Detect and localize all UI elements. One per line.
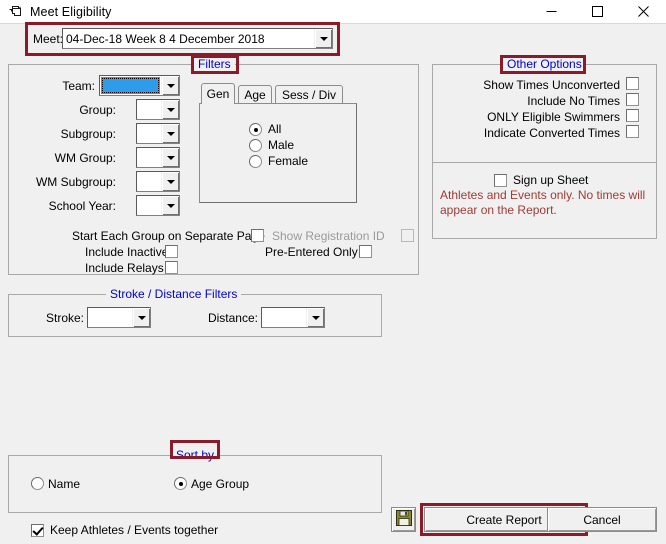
- check-only-eligible-swimmers-label: ONLY Eligible Swimmers: [487, 110, 620, 124]
- chevron-down-icon[interactable]: [161, 76, 179, 95]
- chevron-down-icon[interactable]: [161, 148, 179, 167]
- check-sign-up-sheet[interactable]: [494, 174, 507, 187]
- wm-subgroup-combo[interactable]: [136, 171, 180, 192]
- distance-combo[interactable]: [261, 307, 325, 328]
- check-show-times-unconverted[interactable]: [626, 77, 639, 90]
- radio-gender-all-label: All: [268, 122, 282, 136]
- team-combo[interactable]: [99, 75, 180, 96]
- subgroup-combo-value: [137, 124, 161, 143]
- sign-up-sheet-note-line2: appear on the Report.: [440, 203, 557, 217]
- other-options-legend: Other Options: [503, 57, 586, 71]
- school-year-combo[interactable]: [136, 195, 180, 216]
- cancel-button[interactable]: Cancel: [547, 507, 657, 532]
- window-titlebar: Meet Eligibility: [0, 0, 666, 24]
- stroke-distance-legend: Stroke / Distance Filters: [106, 287, 242, 301]
- team-combo-value: [101, 77, 160, 94]
- check-show-times-unconverted-label: Show Times Unconverted: [483, 78, 620, 92]
- radio-sort-name-label: Name: [48, 477, 81, 491]
- radio-gender-all[interactable]: [249, 123, 262, 136]
- sort-by-legend: Sort by: [172, 448, 219, 462]
- subgroup-combo[interactable]: [136, 123, 180, 144]
- subgroup-label: Subgroup:: [60, 127, 116, 141]
- chevron-down-icon[interactable]: [132, 308, 150, 327]
- check-indicate-converted-times-label: Indicate Converted Times: [483, 126, 620, 140]
- distance-combo-value: [262, 308, 306, 327]
- radio-sort-name[interactable]: [31, 477, 44, 490]
- team-label: Team:: [62, 79, 95, 93]
- check-include-no-times[interactable]: [626, 93, 639, 106]
- check-only-eligible-swimmers[interactable]: [626, 109, 639, 122]
- school-year-label: School Year:: [48, 199, 116, 213]
- floppy-save-icon: [395, 510, 412, 529]
- chevron-down-icon[interactable]: [161, 100, 179, 119]
- radio-gender-female[interactable]: [249, 155, 262, 168]
- check-keep-together[interactable]: [31, 524, 44, 537]
- maximize-button[interactable]: [574, 0, 620, 23]
- school-year-combo-value: [137, 196, 161, 215]
- meet-combo-value: 04-Dec-18 Week 8 4 December 2018: [63, 29, 314, 48]
- window-restore-icon: [7, 4, 23, 20]
- meet-combo[interactable]: 04-Dec-18 Week 8 4 December 2018: [62, 28, 333, 49]
- wm-group-combo-value: [137, 148, 161, 167]
- chevron-down-icon[interactable]: [314, 29, 332, 48]
- group-combo-value: [137, 100, 161, 119]
- tab-sess-div-label: Sess / Div: [281, 88, 336, 102]
- sign-up-sheet-note-line1: Athletes and Events only. No times will: [440, 188, 646, 202]
- radio-gender-male-label: Male: [268, 138, 295, 152]
- check-include-inactive-label: Include Inactive: [85, 245, 169, 259]
- wm-subgroup-combo-value: [137, 172, 161, 191]
- wm-group-label: WM Group:: [54, 151, 116, 165]
- save-button[interactable]: [391, 507, 416, 532]
- check-keep-together-label: Keep Athletes / Events together: [50, 523, 219, 537]
- check-show-registration-id: [401, 229, 414, 242]
- chevron-down-icon[interactable]: [161, 124, 179, 143]
- radio-sort-age-group-label: Age Group: [191, 477, 250, 491]
- check-indicate-converted-times[interactable]: [626, 125, 639, 138]
- create-report-label: Create Report: [466, 512, 542, 527]
- close-button[interactable]: [620, 0, 666, 23]
- stroke-label: Stroke:: [45, 311, 84, 325]
- distance-label: Distance:: [207, 311, 258, 325]
- chevron-down-icon[interactable]: [161, 172, 179, 191]
- tab-age[interactable]: Age: [238, 85, 272, 104]
- check-show-registration-id-label: Show Registration ID: [272, 229, 385, 243]
- check-separate-page[interactable]: [251, 229, 264, 242]
- cancel-label: Cancel: [583, 512, 621, 527]
- window-title: Meet Eligibility: [30, 4, 112, 19]
- stroke-combo-value: [88, 308, 132, 327]
- chevron-down-icon[interactable]: [161, 196, 179, 215]
- group-label: Group:: [79, 103, 116, 117]
- chevron-down-icon[interactable]: [306, 308, 324, 327]
- radio-gender-female-label: Female: [268, 154, 309, 168]
- wm-subgroup-label: WM Subgroup:: [35, 175, 116, 189]
- tab-gen-label: Gen: [206, 87, 230, 101]
- minimize-button[interactable]: [528, 0, 574, 23]
- tab-gen[interactable]: Gen: [201, 83, 235, 104]
- filters-legend: Filters: [194, 57, 235, 71]
- radio-gender-male[interactable]: [249, 139, 262, 152]
- check-sign-up-sheet-label: Sign up Sheet: [513, 173, 589, 187]
- other-options-divider: [433, 162, 656, 163]
- wm-group-combo[interactable]: [136, 147, 180, 168]
- stroke-combo[interactable]: [87, 307, 151, 328]
- check-separate-page-label: Start Each Group on Separate Page: [72, 229, 265, 243]
- check-include-inactive[interactable]: [165, 245, 178, 258]
- tab-age-label: Age: [244, 88, 266, 102]
- tab-panel-gen: [199, 103, 357, 203]
- radio-sort-age-group[interactable]: [174, 477, 187, 490]
- check-pre-entered-only[interactable]: [359, 245, 372, 258]
- check-include-no-times-label: Include No Times: [527, 94, 620, 108]
- group-combo[interactable]: [136, 99, 180, 120]
- check-pre-entered-only-label: Pre-Entered Only: [265, 245, 358, 259]
- meet-label: Meet:: [33, 32, 64, 46]
- tab-sess-div[interactable]: Sess / Div: [275, 85, 343, 104]
- check-include-relays[interactable]: [165, 261, 178, 274]
- check-include-relays-label: Include Relays: [85, 261, 164, 275]
